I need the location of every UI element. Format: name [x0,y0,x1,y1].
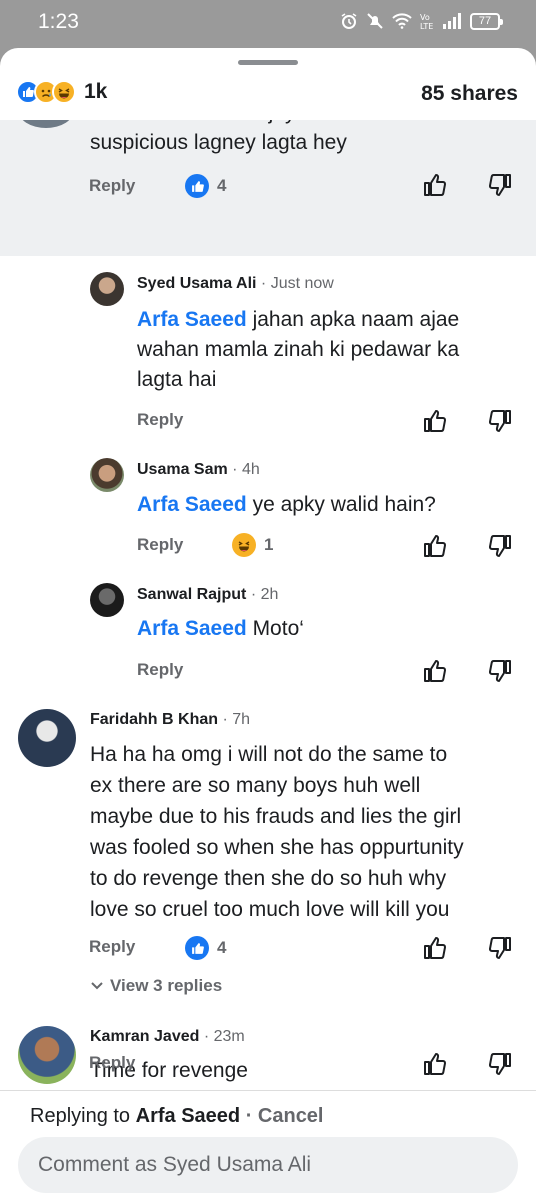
cancel-reply-button[interactable]: · Cancel [246,1105,324,1127]
comment-reactions[interactable]: 4 [185,174,226,198]
comment-header: Faridahh B Khan · 7h [90,711,250,729]
comment-text-line: love so cruel too much love will kill yo… [90,898,450,921]
upvote-icon[interactable] [422,658,448,684]
haha-reaction-icon [232,533,256,557]
reply-button[interactable]: Reply [89,176,135,196]
comment-text-line: wahan mamla zinah ki pedawar ka [137,338,460,361]
avatar[interactable] [18,709,76,767]
drag-handle[interactable] [238,60,298,65]
comment-text-line: ex there are so many boys huh well [90,774,421,797]
mention-link[interactable]: Arfa Saeed [137,308,247,331]
comments-sheet: 1k 85 shares Janan inka naam Ajay mamla … [0,48,536,1200]
avatar[interactable] [90,583,124,617]
comment-time: · 23m [203,1028,245,1045]
wifi-icon [392,13,412,29]
chevron-down-icon [91,982,103,990]
downvote-icon[interactable] [487,172,513,198]
reply-button[interactable]: Reply [89,937,135,957]
alarm-icon [341,13,357,29]
comment-text-line: was fooled so when she has oppurtunity [90,836,464,859]
comment-header: Syed Usama Ali · Just now [137,275,334,293]
shares-count[interactable]: 85 shares [421,82,518,106]
comment-time: · 2h [250,586,279,603]
battery-level: 77 [478,15,492,27]
status-time: 1:23 [38,10,79,33]
volte-icon: VoLTE [420,13,433,30]
upvote-icon[interactable] [422,533,448,559]
downvote-icon[interactable] [487,658,513,684]
comment-text-line: jahan apka naam ajae [252,308,460,331]
comment-text: Arfa Saeed jahan apka naam ajae [137,305,459,335]
like-reaction-icon [185,174,209,198]
comment-text-line: Ha ha ha omg i will not do the same to [90,743,448,766]
replying-to-label: Replying to Arfa Saeed · Cancel [30,1105,324,1128]
mention-link[interactable]: Arfa Saeed [137,493,247,516]
comment-reactions[interactable]: 4 [185,936,226,960]
reply-button[interactable]: Reply [137,410,183,430]
downvote-icon[interactable] [487,408,513,434]
comment-reactions[interactable]: 1 [232,533,273,557]
mention-link[interactable]: Arfa Saeed [137,617,247,640]
comment-text: suspicious lagney lagta hey [90,131,347,154]
comment-text: Arfa Saeed Moto‘ [137,614,304,644]
comment-time: · 4h [232,461,260,478]
reactions-bar: 1k 85 shares [0,74,536,120]
downvote-icon[interactable] [487,935,513,961]
author-name[interactable]: Syed Usama Ali [137,275,256,292]
comment-text: Arfa Saeed ye apky walid hain? [137,490,436,520]
like-reaction-icon [185,936,209,960]
comment-header: Kamran Javed · 23m [90,1028,245,1046]
haha-reaction-icon [52,80,76,104]
view-replies-button[interactable]: View 3 replies [90,976,222,996]
svg-text:Vo: Vo [420,13,430,22]
signal-icon [443,13,461,29]
comment-header: Usama Sam · 4h [137,461,260,479]
reply-button[interactable]: Reply [89,1053,135,1073]
reply-button[interactable]: Reply [137,660,183,680]
comment-header: Sanwal Rajput · 2h [137,586,278,604]
comment-text-line: to do revenge then she do so huh why [90,867,447,890]
comments-list[interactable]: Janan inka naam Ajay mamla suspicious la… [0,120,536,1090]
avatar[interactable] [90,458,124,492]
svg-text:LTE: LTE [420,22,433,30]
avatar[interactable] [18,1026,76,1084]
author-name[interactable]: Faridahh B Khan [90,711,218,728]
avatar[interactable] [90,272,124,306]
status-icons: Vo LTE 77 [340,12,503,30]
reaction-count: 1k [84,80,108,103]
reaction-count: 4 [217,938,227,957]
comment-time: · 7h [222,711,251,728]
author-name[interactable]: Sanwal Rajput [137,586,246,603]
upvote-icon[interactable] [422,172,448,198]
comment-text-line: ye apky walid hain? [252,493,436,516]
reaction-count: 4 [217,176,227,195]
author-name[interactable]: Usama Sam [137,461,228,478]
view-replies-label: View 3 replies [110,976,223,995]
replying-name: Arfa Saeed [135,1105,241,1127]
downvote-icon[interactable] [487,1051,513,1077]
comment-time: · Just now [260,275,334,292]
comment-text-line: lagta hai [137,368,217,391]
comment-text-line: Moto‘ [252,617,304,640]
replying-prefix: Replying to [30,1105,131,1127]
upvote-icon[interactable] [422,935,448,961]
comment-composer: Replying to Arfa Saeed · Cancel [0,1090,536,1200]
author-name[interactable]: Kamran Javed [90,1028,199,1045]
status-bar: 1:23 Vo LTE 77 [0,0,536,48]
comment-text-line: maybe due to his frauds and lies the gir… [90,805,462,828]
mute-icon [367,13,383,29]
reply-button[interactable]: Reply [137,535,183,555]
comment-input[interactable] [18,1137,518,1193]
comment-text: Janan inka naam Ajay mamla [90,120,364,128]
reaction-count: 1 [264,535,274,554]
reactions-summary[interactable]: 1k [16,80,107,104]
upvote-icon[interactable] [422,408,448,434]
downvote-icon[interactable] [487,533,513,559]
battery-icon: 77 [470,12,503,30]
upvote-icon[interactable] [422,1051,448,1077]
